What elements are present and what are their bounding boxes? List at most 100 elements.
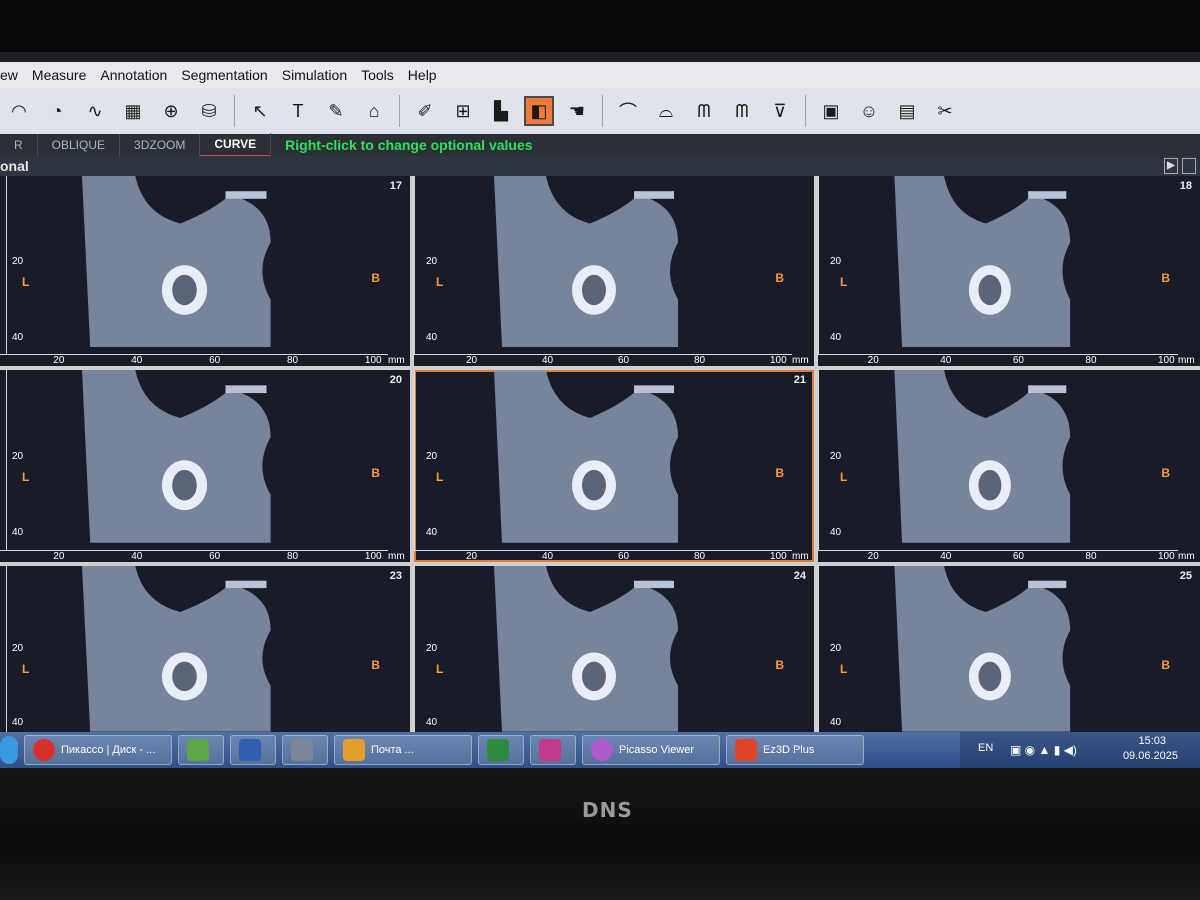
menu-segmentation[interactable]: Segmentation: [181, 67, 267, 83]
language-indicator[interactable]: EN: [978, 742, 993, 754]
tab-r[interactable]: R: [0, 134, 38, 156]
lingual-marker: L: [436, 274, 444, 289]
edit-image-icon[interactable]: ✐: [410, 96, 440, 126]
clock-date[interactable]: 09.06.2025: [1123, 750, 1178, 762]
menu-measure[interactable]: Measure: [32, 67, 86, 83]
slice-number: 24: [793, 570, 806, 582]
taskbar-item-yandex[interactable]: Почта ...: [334, 735, 472, 765]
layers-icon[interactable]: ◧: [524, 96, 554, 126]
taskbar-item-app[interactable]: [178, 735, 224, 765]
taskbar-item-word[interactable]: [230, 735, 276, 765]
arc-icon[interactable]: ⌒: [613, 96, 643, 126]
y-axis: [414, 370, 415, 550]
hand-icon[interactable]: ☚: [562, 96, 592, 126]
excel-icon: [487, 739, 509, 761]
cursor-icon[interactable]: ↖: [245, 96, 275, 126]
y-axis: [6, 370, 7, 550]
tab-oblique[interactable]: OBLIQUE: [38, 134, 121, 156]
implant-icon[interactable]: ⊽: [765, 96, 795, 126]
lingual-marker: L: [436, 469, 444, 484]
tab-curve[interactable]: CURVE: [200, 133, 272, 157]
x-tick: 80: [694, 355, 706, 366]
tab-3dzoom[interactable]: 3DZOOM: [120, 134, 201, 156]
3d-gauge-icon[interactable]: ◔: [42, 96, 72, 126]
camera-icon[interactable]: ▣: [816, 96, 846, 126]
taskbar-item-dots[interactable]: [530, 735, 576, 765]
taskbar-item-scanner[interactable]: [282, 735, 328, 765]
y-axis: [818, 566, 819, 738]
stamp-icon[interactable]: ⌂: [359, 96, 389, 126]
ct-slice-cell[interactable]: 20 40 L B 20 40 60 80 100 mm: [818, 370, 1200, 562]
y-tick: 40: [830, 527, 842, 539]
taskbar-label: Почта ...: [371, 744, 414, 756]
ct-cross-section-image: [894, 370, 1071, 543]
slice-number: 18: [1179, 180, 1192, 192]
menu-annotation[interactable]: Annotation: [100, 67, 167, 83]
yandex-icon: [343, 739, 365, 761]
y-axis: [6, 176, 7, 354]
x-tick: 60: [1012, 551, 1024, 562]
taskbar-item-picasso[interactable]: Picasso Viewer: [582, 735, 720, 765]
buccal-marker: B: [1161, 658, 1170, 672]
taskbar-item-opera[interactable]: Пикассо | Диск - ...: [24, 735, 172, 765]
buccal-marker: B: [1161, 271, 1170, 285]
menu-view[interactable]: ew: [0, 67, 18, 83]
x-tick: 40: [940, 551, 952, 562]
cylinder-icon[interactable]: ⛁: [194, 96, 224, 126]
menu-help[interactable]: Help: [408, 67, 437, 83]
hint-text: Right-click to change optional values: [285, 137, 533, 153]
y-axis: [414, 176, 415, 354]
ct-cross-section-image: [494, 176, 678, 347]
ct-slice-cell[interactable]: 20 40 L B 21 20 40 60 80 100 mm: [414, 370, 814, 562]
start-button[interactable]: [0, 736, 18, 764]
ct-slice-cell[interactable]: 2040LB2520406080100mm: [818, 566, 1200, 750]
lingual-marker: L: [840, 469, 848, 484]
taskbar-item-ez3d[interactable]: Ez3D Plus: [726, 735, 864, 765]
menu-tools[interactable]: Tools: [361, 67, 394, 83]
teeth-icon[interactable]: ᗰ: [689, 96, 719, 126]
ct-slice-cell[interactable]: 2040LB2320406080100mm: [0, 566, 410, 750]
arc-measure-icon[interactable]: ⌓: [651, 96, 681, 126]
view-tabs: R OBLIQUE 3DZOOM CURVE Right-click to ch…: [0, 133, 1200, 157]
taskbar-label: Ez3D Plus: [763, 744, 815, 756]
taskbar-item-excel[interactable]: [478, 735, 524, 765]
text-icon[interactable]: T: [283, 96, 313, 126]
x-tick: 40: [131, 355, 143, 366]
ct-slice-cell[interactable]: 2040LB2420406080100mm: [414, 566, 814, 750]
menu-simulation[interactable]: Simulation: [282, 67, 347, 83]
waveform-icon[interactable]: ∿: [80, 96, 110, 126]
app-icon: [187, 739, 209, 761]
panel-play-button[interactable]: ▶: [1164, 158, 1178, 174]
tools-icon[interactable]: ✂: [930, 96, 960, 126]
ct-slice-cell[interactable]: 20 40 L B 17 20 40 60 80 100 mm: [0, 176, 410, 366]
x-tick: 20: [53, 355, 65, 366]
ct-cross-section-image: [894, 566, 1071, 732]
x-tick: 40: [542, 355, 554, 366]
ct-slice-cell[interactable]: 20 40 L B 20 40 60 80 100 mm: [414, 176, 814, 366]
panel-layout-button[interactable]: [1182, 158, 1196, 174]
gauge-icon[interactable]: ◠: [4, 96, 34, 126]
y-tick: 40: [830, 716, 842, 728]
x-tick: 100: [770, 355, 787, 366]
zoom-box-icon[interactable]: ⊞: [448, 96, 478, 126]
globe-icon[interactable]: ⊕: [156, 96, 186, 126]
panel-icon[interactable]: ▤: [892, 96, 922, 126]
y-tick: 20: [12, 450, 24, 462]
tray-icons[interactable]: ▣ ◉ ▲ ▮ ◀): [1010, 743, 1077, 757]
clock-time[interactable]: 15:03: [1138, 735, 1166, 747]
histogram-icon[interactable]: ▙: [486, 96, 516, 126]
buccal-marker: B: [371, 658, 380, 672]
x-tick: 80: [287, 551, 299, 562]
pencil-icon[interactable]: ✎: [321, 96, 351, 126]
ct-slice-cell[interactable]: 20 40 L B 20 20 40 60 80 100 mm: [0, 370, 410, 562]
toolbar-separator: [805, 95, 806, 127]
y-axis: [818, 370, 819, 550]
lingual-marker: L: [22, 661, 30, 676]
ct-slice-cell[interactable]: 20 40 L B 18 20 40 60 80 100 mm: [818, 176, 1200, 366]
teeth-measure-icon[interactable]: ᗰ: [727, 96, 757, 126]
app-screen: ew Measure Annotation Segmentation Simul…: [0, 52, 1200, 768]
grid-select-icon[interactable]: ▦: [118, 96, 148, 126]
y-tick: 40: [12, 331, 24, 343]
ct-cross-section-image: [494, 566, 678, 732]
person-icon[interactable]: ☺: [854, 96, 884, 126]
